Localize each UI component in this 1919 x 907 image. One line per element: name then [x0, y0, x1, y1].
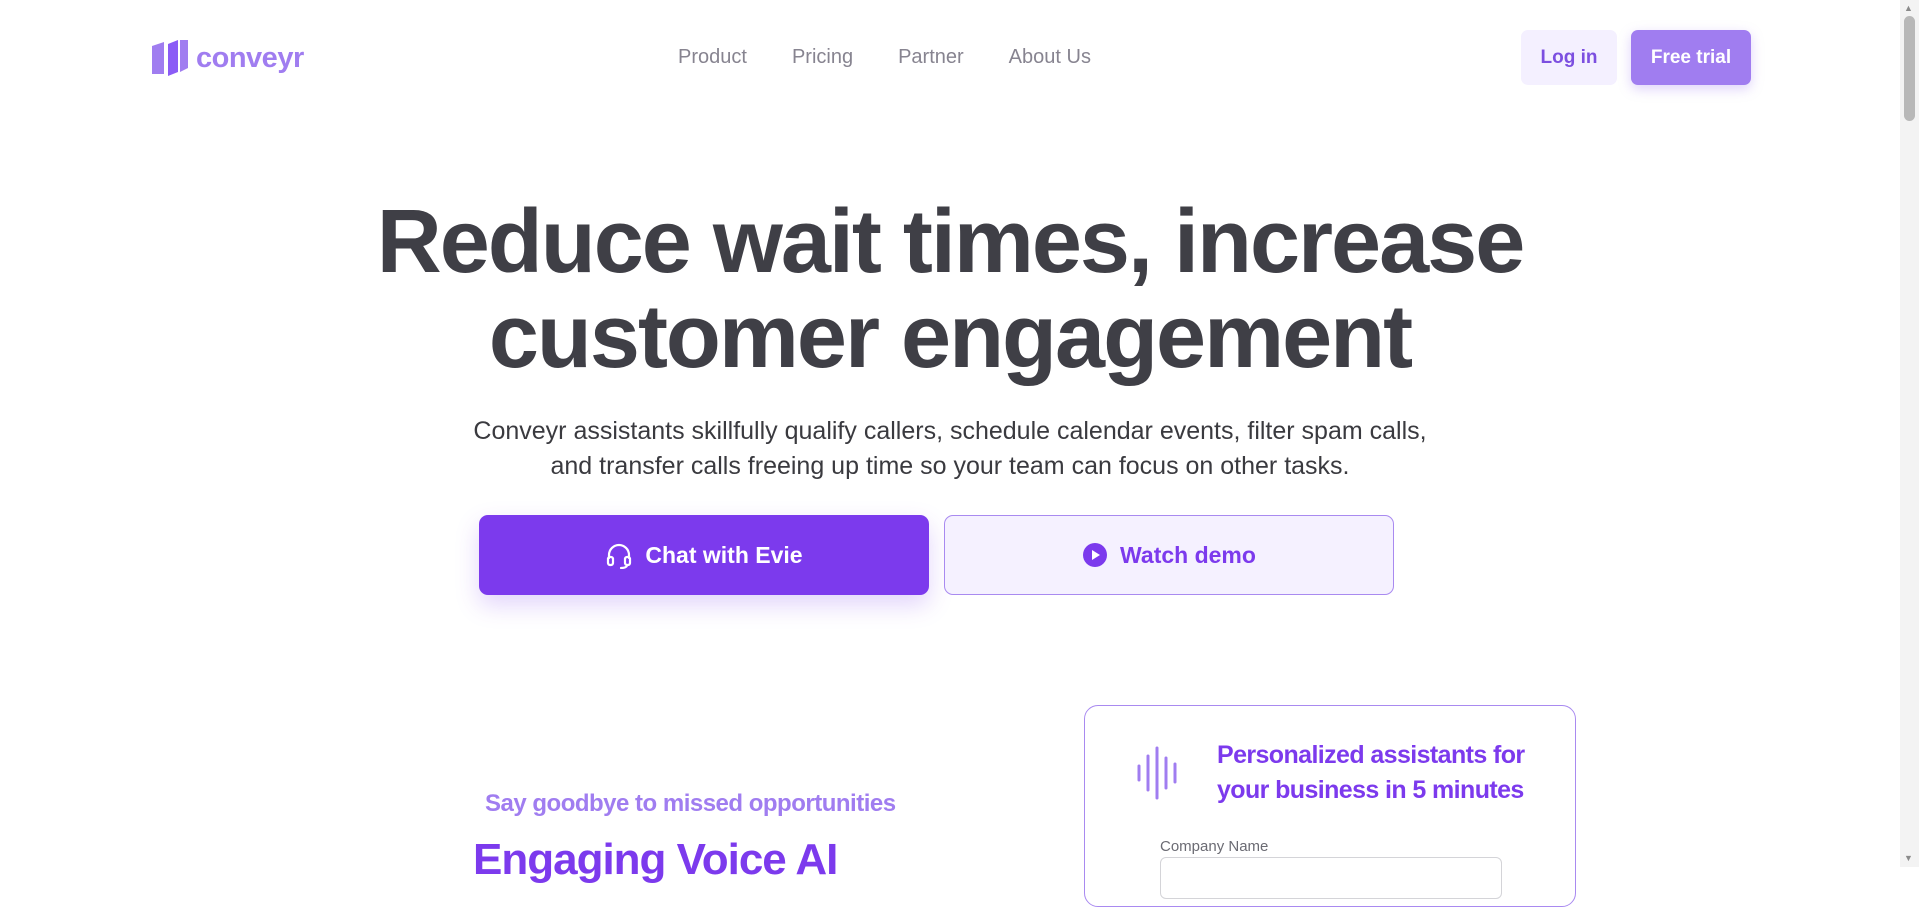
company-name-label: Company Name [1160, 838, 1269, 855]
card-title: Personalized assistants for your busines… [1217, 741, 1525, 804]
chat-with-evie-button[interactable]: Chat with Evie [479, 515, 929, 595]
hero-subtitle: Conveyr assistants skillfully qualify ca… [0, 414, 1900, 484]
section-title: Engaging Voice AI [473, 835, 838, 884]
logo[interactable]: conveyr [150, 38, 304, 78]
headset-icon [607, 543, 632, 569]
logo-text: conveyr [196, 41, 304, 74]
site-header: conveyr Product Pricing Partner About Us… [0, 0, 1900, 115]
section-tagline: Say goodbye to missed opportunities [485, 790, 896, 817]
hero-subtitle-line-2: and transfer calls freeing up time so yo… [550, 452, 1350, 480]
main-nav: Product Pricing Partner About Us [678, 46, 1091, 69]
signup-card: Personalized assistants for your busines… [1084, 705, 1576, 907]
watch-demo-button[interactable]: Watch demo [944, 515, 1394, 595]
hero-title: Reduce wait times, increase customer eng… [0, 195, 1900, 385]
chat-with-evie-label: Chat with Evie [645, 541, 803, 568]
company-name-input[interactable] [1160, 857, 1502, 899]
hero-subtitle-line-1: Conveyr assistants skillfully qualify ca… [473, 417, 1427, 445]
hero-title-line-1: Reduce wait times, increase [376, 192, 1526, 292]
sound-wave-icon [1137, 746, 1177, 800]
page-scrollbar[interactable]: ▲ ▼ [1900, 0, 1919, 867]
scroll-up-icon[interactable]: ▲ [1904, 3, 1913, 13]
play-circle-icon [1083, 543, 1108, 567]
nav-about-us[interactable]: About Us [1009, 46, 1091, 69]
logo-icon [152, 40, 188, 76]
nav-partner[interactable]: Partner [898, 46, 964, 69]
free-trial-button[interactable]: Free trial [1631, 30, 1751, 85]
nav-product[interactable]: Product [678, 46, 747, 69]
login-button[interactable]: Log in [1521, 30, 1617, 85]
scroll-down-icon[interactable]: ▼ [1904, 853, 1913, 863]
watch-demo-label: Watch demo [1120, 541, 1256, 568]
nav-pricing[interactable]: Pricing [792, 46, 853, 69]
hero-title-line-2: customer engagement [488, 287, 1413, 387]
scrollbar-thumb[interactable] [1904, 16, 1915, 121]
